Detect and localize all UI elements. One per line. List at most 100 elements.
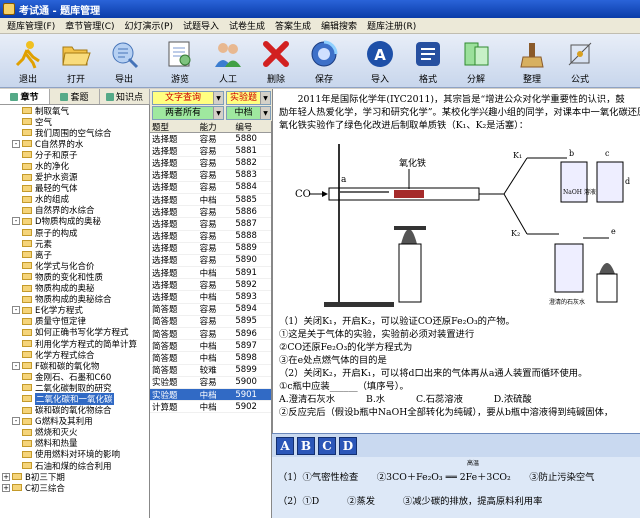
organize-button[interactable]: 整理 [508,35,556,87]
exit-button[interactable]: 退出 [4,35,52,87]
tree-item[interactable]: 二氧化碳制取的研究 [0,382,149,393]
menu-question-bank[interactable]: 题库管理(F) [2,19,60,32]
table-row[interactable]: 简答题 容易 5894 [150,304,271,316]
tree-item[interactable]: 二氧化碳和一氧化碳 [0,393,149,405]
tree-item[interactable]: 碳和碳的氧化物综合 [0,405,149,416]
tree-item[interactable]: 燃烧和灭火 [0,427,149,438]
table-row[interactable]: 选择题 容易 5882 [150,157,271,170]
import-button[interactable]: A 导入 [356,35,404,87]
menu-import[interactable]: 试题导入 [178,19,224,32]
tree-item[interactable]: 自然界的水综合 [0,205,149,216]
menu-answer-generate[interactable]: 答案生成 [270,19,316,32]
chapter-tree[interactable]: 制取氧气 空气 我们周围的空气综合 - C自然界的水 分子和原子 水的净化 爱护水资源 最轻的气… [0,105,150,518]
table-row[interactable]: 选择题 容易 5880 [150,133,271,146]
tree-item[interactable]: 物质的变化和性质 [0,271,149,283]
tree-item[interactable]: 原子的构成 [0,227,149,238]
table-row[interactable]: 简答题 容易 5895 [150,316,271,328]
table-row[interactable]: 简答题 中档 5897 [150,340,271,353]
answer-d-button[interactable]: D [339,436,357,455]
answer-a-button[interactable]: A [276,436,294,455]
tree-item[interactable]: 石油和煤的综合利用 [0,460,149,471]
tree-item[interactable]: 利用化学方程式的简单计算 [0,338,149,349]
table-row[interactable]: 简答题 较难 5899 [150,365,271,377]
table-row[interactable]: 实验题 容易 5900 [150,377,271,389]
delete-button[interactable]: 删除 [252,35,300,87]
query-type-select[interactable]: 文字查询 ▼ [152,91,224,105]
collapse-icon[interactable]: - [12,217,20,226]
tree-item[interactable]: - D物质构成的奥秘 [0,216,149,227]
menu-register[interactable]: 题库注册(R) [362,19,421,32]
tree-item[interactable]: 如何正确书写化学方程式 [0,327,149,338]
table-row[interactable]: 选择题 容易 5881 [150,145,271,158]
tree-item[interactable]: 化学方程式综合 [0,349,149,360]
browse-button[interactable]: 游览 [156,35,204,87]
tree-item[interactable]: 分子和原子 [0,149,149,160]
tree-item[interactable]: 物质构成的奥秘综合 [0,294,149,305]
table-row[interactable]: 选择题 中档 5893 [150,291,271,304]
expand-icon[interactable]: + [2,472,10,481]
menu-edit-search[interactable]: 编辑搜索 [316,19,362,32]
export-button[interactable]: 导出 [100,35,148,87]
tree-item[interactable]: 金刚石、石墨和C60 [0,371,149,382]
tree-item[interactable]: 化学式与化合价 [0,260,149,271]
menu-slideshow[interactable]: 幻灯演示(P) [120,19,178,32]
tree-item[interactable]: - G燃料及其利用 [0,416,149,427]
scope-select[interactable]: 两者所有 ▼ [152,106,224,120]
table-row[interactable]: 选择题 中档 5885 [150,194,271,207]
tab-chapters[interactable]: 章节 [0,89,50,104]
collapse-icon[interactable]: - [12,139,20,148]
table-row[interactable]: 简答题 中档 5898 [150,352,271,365]
formula-button[interactable]: 公式 [556,35,604,87]
table-row[interactable]: 选择题 容易 5886 [150,206,271,219]
tree-item[interactable]: 水的净化 [0,160,149,172]
difficulty-select[interactable]: 中档 ▼ [226,106,271,120]
table-row[interactable]: 选择题 容易 5883 [150,170,271,182]
tab-sets[interactable]: 套题 [50,89,100,104]
table-row[interactable]: 简答题 容易 5896 [150,328,271,341]
collapse-icon[interactable]: - [12,417,20,426]
collapse-icon[interactable]: - [12,361,20,370]
tree-item[interactable]: - F碳和碳的氧化物 [0,360,149,371]
tree-item[interactable]: 空气 [0,116,149,127]
question-type-select[interactable]: 实验题 ▼ [226,91,271,105]
table-row[interactable]: 选择题 容易 5884 [150,182,271,194]
open-button[interactable]: 打开 [52,35,100,87]
table-row[interactable]: 选择题 容易 5888 [150,231,271,243]
menu-paper-generate[interactable]: 试卷生成 [224,19,270,32]
tree-item[interactable]: 最轻的气体 [0,183,149,194]
table-row[interactable]: 计算题 中档 5902 [150,401,271,414]
tab-knowledge[interactable]: 知识点 [100,89,150,104]
tree-item[interactable]: 使用燃料对环境的影响 [0,449,149,460]
split-button[interactable]: 分解 [452,35,500,87]
table-row[interactable]: 实验题 中档 5901 [150,388,271,402]
tree-item[interactable]: - C自然界的水 [0,138,149,149]
column-header-number[interactable]: 编号 [233,121,271,133]
column-header-ability[interactable]: 能力 [198,121,234,133]
tree-item[interactable]: 物质构成的奥秘 [0,283,149,294]
tree-item[interactable]: 离子 [0,249,149,260]
table-row[interactable]: 选择题 容易 5890 [150,255,271,268]
format-button[interactable]: 格式 [404,35,452,87]
table-row[interactable]: 选择题 中档 5891 [150,267,271,280]
tree-item[interactable]: 燃料和热量 [0,438,149,449]
save-button[interactable]: 保存 [300,35,348,87]
answer-c-button[interactable]: C [318,436,336,455]
tree-item[interactable]: 制取氧气 [0,105,149,116]
tree-item[interactable]: 元素 [0,238,149,249]
table-row[interactable]: 选择题 容易 5892 [150,279,271,292]
manual-button[interactable]: 人工 [204,35,252,87]
tree-item[interactable]: - E化学方程式 [0,305,149,316]
tree-item[interactable]: 爱护水资源 [0,172,149,183]
table-row[interactable]: 选择题 容易 5887 [150,218,271,231]
tree-item[interactable]: 我们周围的空气综合 [0,127,149,138]
question-content[interactable]: 2011年是国际化学年(IYC2011)，其宗旨是“增进公众对化学重要性的认识，… [272,89,640,433]
table-row[interactable]: 选择题 容易 5889 [150,243,271,255]
tree-item[interactable]: 水的组成 [0,194,149,205]
menu-chapters[interactable]: 章节管理(C) [60,19,119,32]
column-header-type[interactable]: 题型 [150,121,198,133]
tree-item[interactable]: + C初三综合 [0,482,149,493]
collapse-icon[interactable]: - [12,306,20,315]
tree-item[interactable]: + B初三下期 [0,471,149,482]
tree-item[interactable]: 质量守恒定律 [0,316,149,327]
expand-icon[interactable]: + [2,483,10,492]
